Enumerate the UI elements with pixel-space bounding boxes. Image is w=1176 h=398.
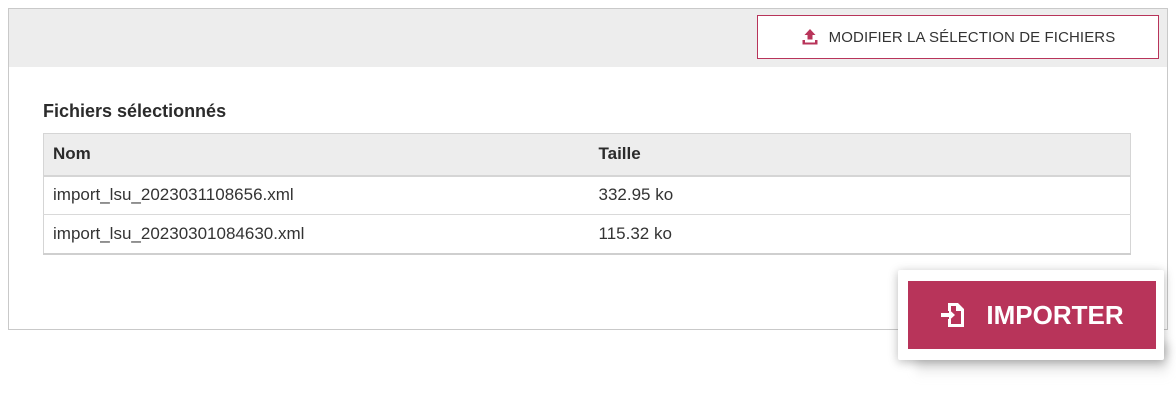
section-title: Fichiers sélectionnés	[43, 101, 227, 121]
files-table: Nom Taille import_lsu_2023031108656.xml …	[43, 133, 1131, 255]
import-button-label: IMPORTER	[986, 299, 1124, 330]
table-row: import_lsu_2023031108656.xml 332.95 ko	[43, 175, 1131, 215]
modify-selection-label: MODIFIER LA SÉLECTION DE FICHIERS	[828, 28, 1116, 46]
table-header-row: Nom Taille	[43, 133, 1131, 177]
column-header-name: Nom	[43, 133, 590, 177]
callout-frame: IMPORTER	[898, 270, 1164, 360]
table-row: import_lsu_20230301084630.xml 115.32 ko	[43, 214, 1131, 255]
file-import-icon	[940, 302, 966, 328]
column-header-size: Taille	[589, 133, 1131, 177]
import-button-callout: IMPORTER	[896, 268, 1168, 388]
file-name-cell: import_lsu_20230301084630.xml	[43, 214, 590, 255]
modify-selection-button[interactable]: MODIFIER LA SÉLECTION DE FICHIERS	[757, 15, 1159, 59]
upload-icon	[801, 28, 819, 46]
file-size-cell: 332.95 ko	[589, 175, 1131, 215]
file-size-cell: 115.32 ko	[589, 214, 1131, 255]
import-button[interactable]: IMPORTER	[908, 281, 1156, 349]
file-name-cell: import_lsu_2023031108656.xml	[43, 175, 590, 215]
panel-header: MODIFIER LA SÉLECTION DE FICHIERS	[9, 9, 1167, 67]
